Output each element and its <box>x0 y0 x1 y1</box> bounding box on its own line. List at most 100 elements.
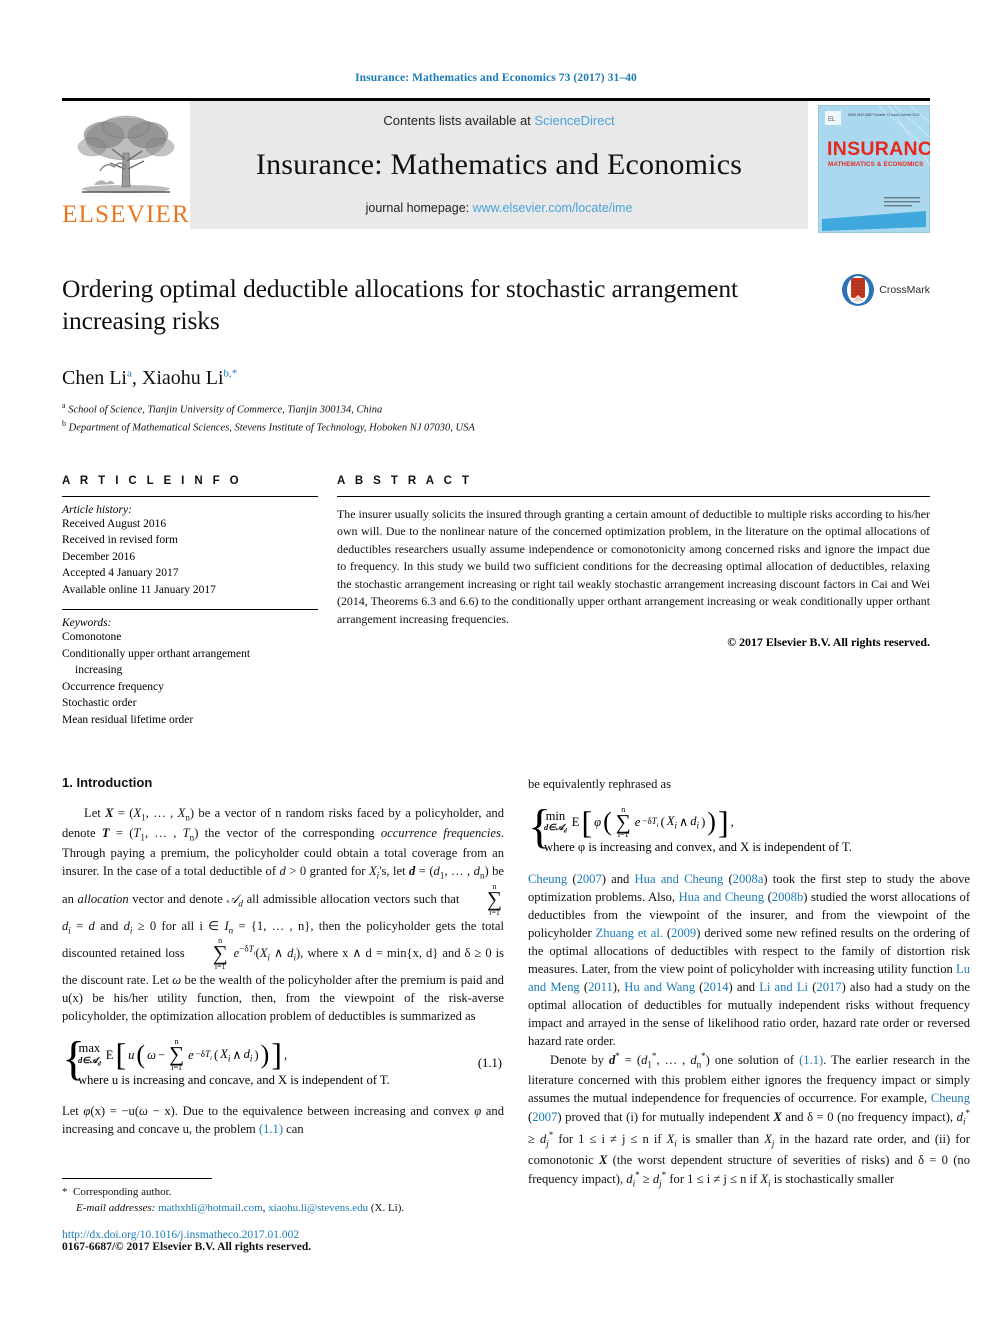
keywords-label: Keywords: <box>62 617 112 630</box>
paper-page: Insurance: Mathematics and Economics 73 … <box>0 0 992 1323</box>
crossmark-badge[interactable]: CrossMark <box>841 273 930 307</box>
contents-prefix: Contents lists available at <box>383 113 535 128</box>
abstract-text: The insurer usually solicits the insured… <box>337 506 930 626</box>
abstract-column: A B S T R A C T The insurer usually soli… <box>337 475 930 729</box>
equation-brace: { <box>528 799 552 853</box>
citation-year[interactable]: 2007 <box>532 1110 557 1124</box>
cover-image: EL ISSN 0167-6687 Volume 73 Issue 1 Marc… <box>817 104 945 234</box>
email-label: E-mail addresses: <box>76 1201 156 1214</box>
equation-rephrased: { min d∈𝒜d E [ φ ( n ∑ i=1 e −δTi(Xi ∧ di) )… <box>528 799 970 858</box>
abstract-heading: A B S T R A C T <box>337 474 473 487</box>
doi-link[interactable]: http://dx.doi.org/10.1016/j.insmatheco.2… <box>62 1229 504 1241</box>
citation-hua-cheung[interactable]: Hua and Cheung <box>635 872 724 886</box>
crossmark-label: CrossMark <box>879 284 930 296</box>
author-2-affil-mark[interactable]: b,* <box>224 367 238 379</box>
author-name-2: Xiaohu Li <box>141 367 224 389</box>
divider <box>62 609 318 611</box>
right-lead-line: be equivalently rephrased as <box>528 776 672 791</box>
article-history-label: Article history: <box>62 503 132 516</box>
right-paragraph-2: Denote by d* = (d1*, … , dn*) one soluti… <box>528 1050 971 1189</box>
corresponding-author-note: * Corresponding author. <box>62 1185 504 1201</box>
corresponding-author-text: Corresponding author. <box>73 1186 172 1198</box>
history-item: Available online 11 January 2017 <box>62 583 216 596</box>
contents-available-line: Contents lists available at ScienceDirec… <box>383 113 614 128</box>
citation-cheung[interactable]: Cheung <box>528 872 567 886</box>
keywords-list: Comonotone Conditionally upper orthant a… <box>62 629 318 728</box>
right-paragraph-1: Cheung (2007) and Hua and Cheung (2008a)… <box>528 871 971 1048</box>
citation-li-li[interactable]: Li and Li <box>759 980 808 994</box>
eq-ref-1-1[interactable]: (1.1) <box>799 1053 823 1067</box>
affiliation-a-text: School of Science, Tianjin University of… <box>68 404 383 416</box>
sciencedirect-link[interactable]: ScienceDirect <box>534 113 614 128</box>
journal-cover-thumbnail: EL ISSN 0167-6687 Volume 73 Issue 1 Marc… <box>817 104 945 238</box>
citation-hua-cheung-b[interactable]: Hua and Cheung <box>679 890 764 904</box>
keyword-item: Stochastic order <box>62 697 137 710</box>
equation-1-1: { max d∈𝒜d E [ u ( ω − n ∑ i=1 e −δTi(Xi ∧ d… <box>62 1032 502 1087</box>
keyword-item-continuation: increasing <box>75 664 123 677</box>
email-link-2[interactable]: xiaohu.li@stevens.edu <box>268 1202 368 1214</box>
body-column-right: be equivalently rephrased as { min d∈𝒜d E… <box>528 775 970 1191</box>
keyword-item: Occurrence frequency <box>62 680 164 693</box>
info-abstract-region: A R T I C L E I N F O Article history: R… <box>62 475 930 729</box>
divider <box>337 495 930 497</box>
article-info-column: A R T I C L E I N F O Article history: R… <box>62 475 318 729</box>
asterisk-icon: * <box>62 1186 68 1198</box>
citation-year[interactable]: 2008a <box>733 872 764 886</box>
affiliation-b: b Department of Mathematical Sciences, S… <box>62 419 475 434</box>
body-column-left: 1. Introduction Let X = (X1, … , Xn) be … <box>62 775 504 1191</box>
journal-masthead: ELSEVIER Contents lists available at Sci… <box>62 98 945 234</box>
page-title: Ordering optimal deductible allocations … <box>62 274 738 336</box>
crossmark-icon <box>842 274 875 306</box>
svg-text:INSURANCE: INSURANCE <box>827 138 930 160</box>
elsevier-tree-icon <box>77 115 175 193</box>
email-suffix: (X. Li). <box>368 1201 405 1214</box>
author-name-1: Chen Li <box>62 367 127 389</box>
citation-zhuang[interactable]: Zhuang et al. <box>596 926 663 940</box>
eq-ref-1-1[interactable]: (1.1) <box>259 1122 283 1136</box>
elsevier-wordmark: ELSEVIER <box>62 201 190 228</box>
affiliation-a: a School of Science, Tianjin University … <box>62 401 383 416</box>
keyword-item: Comonotone <box>62 631 122 644</box>
intro-paragraph-2: Let φ(x) = −u(ω − x). Due to the equival… <box>62 1104 504 1137</box>
journal-homepage-link[interactable]: www.elsevier.com/locate/ime <box>473 201 633 215</box>
footnote-rule <box>62 1178 212 1179</box>
article-history-list: Received August 2016 Received in revised… <box>62 516 318 599</box>
svg-text:ISSN 0167-6687 Volume 73 Issue: ISSN 0167-6687 Volume 73 Issue 1 <box>848 113 902 117</box>
author-list: Chen Lia, Xiaohu Lib,* <box>62 367 238 389</box>
equation-rephrased-condition: where φ is increasing and convex, and X … <box>544 840 852 855</box>
intro-paragraph-1: Let X = (X1, … , Xn) be a vector of n ra… <box>62 805 505 1024</box>
affiliation-b-text: Department of Mathematical Sciences, Ste… <box>68 422 475 434</box>
article-info-heading: A R T I C L E I N F O <box>62 474 243 487</box>
history-item: Accepted 4 January 2017 <box>62 567 179 580</box>
citation-cheung[interactable]: Cheung <box>931 1091 970 1105</box>
citation-year[interactable]: 2014 <box>703 980 728 994</box>
section-title-introduction: 1. Introduction <box>62 774 153 790</box>
homepage-prefix: journal homepage: <box>365 201 473 215</box>
citation-year[interactable]: 2009 <box>671 926 696 940</box>
citation-year[interactable]: 2008b <box>772 890 803 904</box>
citation-year[interactable]: 2007 <box>577 872 602 886</box>
summation-symbol: n ∑ i=1 <box>169 1037 185 1072</box>
affiliations: a School of Science, Tianjin University … <box>62 400 930 437</box>
history-item: December 2016 <box>62 550 136 563</box>
svg-text:March 2017: March 2017 <box>902 113 920 117</box>
summation-symbol: n ∑ i=1 <box>615 804 631 840</box>
footnote-block: * Corresponding author. E-mail addresses… <box>62 1178 504 1253</box>
history-item: Received in revised form <box>62 534 178 547</box>
citation-year[interactable]: 2017 <box>816 980 841 994</box>
equation-1-1-condition: where u is increasing and concave, and X… <box>78 1072 390 1087</box>
abstract-copyright: © 2017 Elsevier B.V. All rights reserved… <box>727 635 930 649</box>
journal-title: Insurance: Mathematics and Economics <box>255 147 743 181</box>
svg-text:MATHEMATICS & ECONOMICS: MATHEMATICS & ECONOMICS <box>828 161 923 168</box>
keyword-item: Mean residual lifetime order <box>62 713 194 726</box>
email-note: E-mail addresses: mathxhli@hotmail.com, … <box>76 1201 405 1214</box>
citation-hu-wang[interactable]: Hu and Wang <box>624 980 695 994</box>
journal-homepage-line: journal homepage: www.elsevier.com/locat… <box>366 201 633 215</box>
citation-year[interactable]: 2011 <box>588 980 613 994</box>
equation-1-1-tag: (1.1) <box>477 1056 502 1071</box>
email-link-1[interactable]: mathxhli@hotmail.com <box>158 1202 263 1214</box>
journal-band: Contents lists available at ScienceDirec… <box>190 101 808 229</box>
equation-brace: { <box>62 1032 86 1086</box>
history-item: Received August 2016 <box>62 517 167 530</box>
elsevier-logo: ELSEVIER <box>62 101 190 229</box>
